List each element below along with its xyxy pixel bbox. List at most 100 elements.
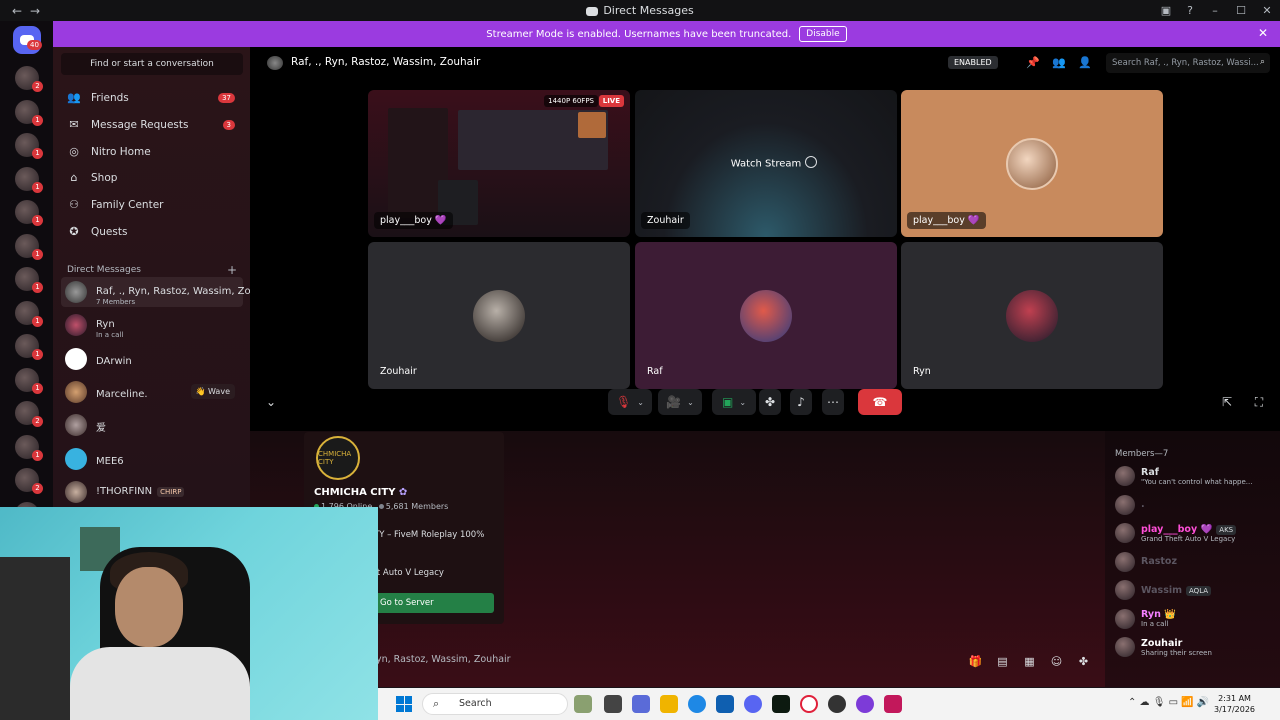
inbox-icon[interactable]: ▣ [1154,4,1178,17]
server-icon[interactable]: 1 [15,300,43,327]
file-explorer-icon[interactable] [660,695,678,713]
gif-icon[interactable]: ▤ [989,655,1016,668]
taskbar-clock[interactable]: 2:31 AM 3/17/2026 [1214,693,1255,715]
fullscreen-icon[interactable]: ⛶ [1252,389,1266,415]
participant-tile-play-boy[interactable]: play___boy 💜 [901,90,1163,237]
server-icon[interactable]: 1 [15,334,43,360]
server-icon[interactable]: 1 [15,166,43,193]
enabled-badge[interactable]: ENABLED [948,56,998,69]
terminal-icon[interactable] [772,695,790,713]
server-icon[interactable]: 1 [15,200,43,226]
chevron-down-icon[interactable]: ⌄ [637,398,644,407]
opera-icon[interactable] [800,695,818,713]
maximize-button[interactable]: ☐ [1228,4,1254,17]
member-item[interactable]: play___boy 💜 AKS Grand Theft Auto V Legacy [1115,520,1275,546]
apps-icon[interactable]: ✤ [1070,655,1097,668]
screen-share-icon: ▣ [721,395,734,409]
nav-item-family-center[interactable]: ⚇ Family Center [61,193,243,217]
wave-button[interactable]: 👋 Wave [190,384,235,400]
server-icon[interactable]: 1 [15,99,43,126]
close-icon[interactable]: ✕ [1258,26,1268,40]
watch-stream-button[interactable]: Watch Stream [731,158,802,169]
dm-item[interactable]: !THORFINN CHIRP [61,477,243,507]
person-body [70,647,250,720]
clan-tag: AKS [1216,524,1237,535]
edge-icon[interactable] [688,695,706,713]
app-icon[interactable] [856,695,874,713]
leave-call-button[interactable]: ☎ [858,389,902,415]
participant-tile-zouhair[interactable]: Zouhair [368,242,630,389]
member-item[interactable]: Wassim AQLA [1115,577,1275,603]
nav-item-friends[interactable]: 👥 Friends 37 [61,86,243,110]
go-to-server-button[interactable]: Go to Server [374,593,494,613]
copilot-icon[interactable] [632,695,650,713]
activities-button[interactable]: ✤ [759,389,781,415]
close-window-button[interactable]: ✕ [1254,4,1280,17]
store-icon[interactable] [716,695,734,713]
resolution-badge: 1440P 60FPS [544,95,598,107]
dm-item[interactable]: Raf, ., Ryn, Rastoz, Wassim, Zo... 7 Memb… [61,277,260,307]
server-icon[interactable]: 2 [15,66,43,92]
member-item[interactable]: Rastoz [1115,549,1275,575]
dm-name: Marceline. [96,389,148,401]
dm-item[interactable]: MEE6 [61,444,243,474]
stream-tile-zouhair[interactable]: Watch Stream Zouhair [635,90,897,237]
mute-button[interactable]: 🎙 ⌄ [608,389,652,415]
server-icon[interactable]: 1 [15,267,43,293]
chevron-down-icon[interactable]: ⌄ [687,398,694,407]
pin-icon[interactable]: 📌 [1026,56,1040,69]
task-view-icon[interactable] [604,695,622,713]
message-input[interactable]: yn, Rastoz, Wassim, Zouhair [376,654,511,665]
dm-text: MEE6 [96,449,124,468]
app-icon[interactable] [828,695,846,713]
windows-start-icon[interactable] [396,696,412,712]
members-icon[interactable]: 👤 [1078,56,1092,69]
system-tray[interactable]: ⌃ ☁ 🎙 ▭ 📶 🔊 [1128,697,1209,708]
nav-item-shop[interactable]: ⌂ Shop [61,166,243,190]
sticker-icon[interactable]: ▦ [1016,655,1043,668]
server-icon[interactable]: 1 [15,434,43,461]
member-item[interactable]: Raf "You can't control what happe... [1115,463,1275,489]
more-options-button[interactable]: ⋯ [822,389,844,415]
member-item[interactable]: Ryn 👑 In a call [1115,606,1275,632]
emoji-icon[interactable]: ☺ [1043,655,1070,668]
dm-item[interactable]: DArwin [61,344,243,374]
member-item[interactable]: Zouhair Sharing their screen [1115,634,1275,660]
find-conversation-button[interactable]: Find or start a conversation [61,53,243,75]
popout-icon[interactable]: ⇱ [1220,389,1234,415]
nav-item-quests[interactable]: ✪ Quests [61,220,243,244]
taskbar-search[interactable]: ⌕ Search [422,693,568,715]
search-input[interactable]: Search Raf, ., Ryn, Rastoz, Wassi... ⌕ [1106,53,1270,73]
dm-item[interactable]: Marceline. 👋 Wave [61,377,243,407]
gift-icon[interactable]: 🎁 [962,655,989,668]
server-icon[interactable]: 1 [15,233,43,260]
forward-arrow-icon[interactable]: → [26,4,44,18]
server-icon[interactable]: 2 [15,401,43,427]
soundboard-button[interactable]: ♪ [790,389,812,415]
nav-item-nitro-home[interactable]: ◎ Nitro Home [61,140,243,164]
create-dm-plus-icon[interactable]: + [227,263,237,277]
server-icon[interactable]: 1 [15,367,43,394]
member-item[interactable]: . [1115,492,1275,518]
camera-button[interactable]: 🎥 ⌄ [658,389,702,415]
participant-tile-ryn[interactable]: Ryn [901,242,1163,389]
collapse-chevron-icon[interactable]: ⌄ [264,389,278,415]
dm-item[interactable]: Ryn In a call [61,310,243,340]
chevron-down-icon[interactable]: ⌄ [739,398,746,407]
participant-tile-raf[interactable]: Raf [635,242,897,389]
app-icon[interactable] [884,695,902,713]
discord-taskbar-icon[interactable] [744,695,762,713]
server-icon[interactable]: 1 [15,133,43,159]
disable-streamer-mode-button[interactable]: Disable [799,26,847,42]
nav-item-message-requests[interactable]: ✉ Message Requests 3 [61,113,243,137]
back-arrow-icon[interactable]: ← [8,4,26,18]
server-icon[interactable]: 2 [15,468,43,494]
weather-icon[interactable] [574,695,592,713]
help-icon[interactable]: ? [1178,4,1202,17]
share-screen-button[interactable]: ▣ ⌄ [712,389,756,415]
add-friends-icon[interactable]: 👥 [1052,56,1066,69]
minimize-button[interactable]: – [1202,4,1228,17]
dm-item[interactable]: 爱 [61,410,243,440]
input-icons: 🎁 ▤ ▦ ☺ ✤ [962,655,1097,668]
stream-tile-play-boy[interactable]: 1440P 60FPS LIVE play___boy 💜 [368,90,630,237]
